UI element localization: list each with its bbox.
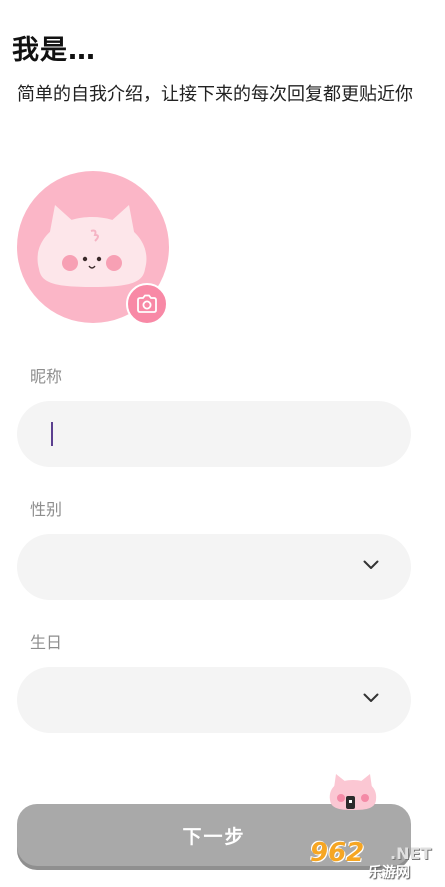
watermark-suffix: .NET xyxy=(390,844,432,863)
profile-setup-page: 我是… 简单的自我介绍，让接下来的每次回复都更贴近你 昵称 性别 生日 下一步 … xyxy=(0,0,445,887)
chevron-down-icon xyxy=(363,560,379,569)
gender-select[interactable] xyxy=(17,534,411,600)
nickname-field[interactable] xyxy=(17,401,411,467)
page-subtitle: 简单的自我介绍，让接下来的每次回复都更贴近你 xyxy=(17,84,413,105)
cat-mascot-icon xyxy=(329,774,377,810)
camera-icon xyxy=(137,294,157,313)
nickname-label: 昵称 xyxy=(30,367,63,386)
birthday-select[interactable] xyxy=(17,667,411,733)
chevron-down-icon xyxy=(363,693,379,702)
site-watermark: 962 .NET 乐游网 xyxy=(306,838,440,881)
watermark-site: 乐游网 xyxy=(368,865,410,881)
birthday-label: 生日 xyxy=(30,633,63,652)
change-avatar-button[interactable] xyxy=(126,283,168,325)
page-title: 我是… xyxy=(12,35,96,66)
text-cursor xyxy=(51,422,53,446)
gender-label: 性别 xyxy=(30,500,63,519)
avatar-picker[interactable] xyxy=(17,171,169,325)
watermark-number: 962 xyxy=(310,838,365,868)
